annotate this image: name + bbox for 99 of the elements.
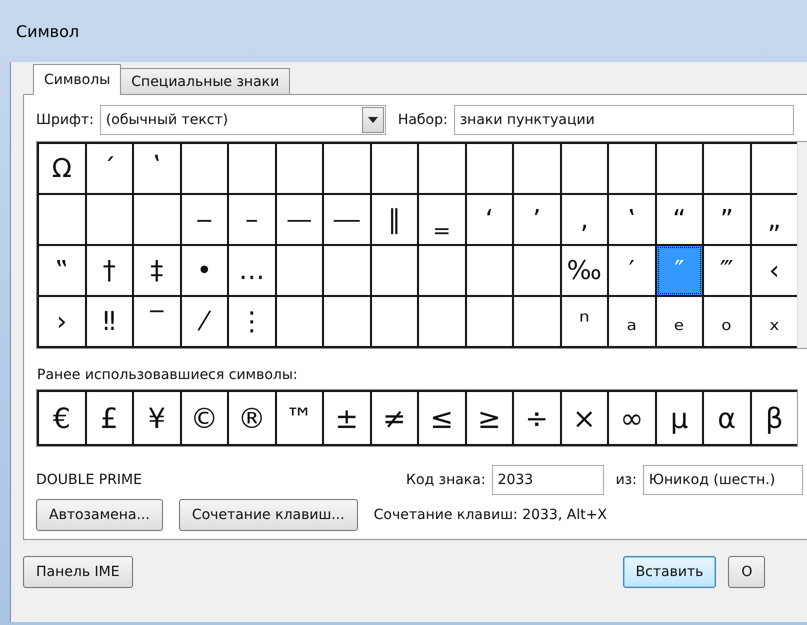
recent-label: Ранее использовавшиеся символы: <box>37 367 299 383</box>
symbol-cell[interactable] <box>86 195 132 244</box>
recent-symbol[interactable]: © <box>182 392 227 444</box>
symbol-cell[interactable] <box>752 144 797 193</box>
recent-symbol[interactable]: ÷ <box>514 392 560 444</box>
autocorrect-button[interactable]: Автозамена... <box>36 499 163 531</box>
from-label: из: <box>616 472 637 488</box>
symbol-cell[interactable]: – <box>229 195 274 244</box>
recent-symbol[interactable]: ≥ <box>466 392 512 444</box>
symbol-cell[interactable] <box>276 297 322 346</box>
shortcut-text: Сочетание клавиш: 2033, Alt+X <box>374 507 608 523</box>
symbol-cell[interactable] <box>466 246 512 295</box>
symbol-cell[interactable]: ′ <box>609 246 654 295</box>
symbol-cell[interactable] <box>419 246 464 295</box>
code-field[interactable]: 2033 <box>492 465 604 495</box>
scrollbar[interactable] <box>797 142 807 348</box>
code-label: Код знака: <box>406 472 486 488</box>
ime-pad-button[interactable]: Панель IME <box>23 556 133 588</box>
symbol-cell[interactable] <box>419 297 464 346</box>
symbol-cell[interactable]: › <box>39 297 84 346</box>
recent-symbol[interactable]: ® <box>229 392 274 444</box>
symbol-cell[interactable]: ‟ <box>39 246 84 295</box>
subset-label: Набор: <box>398 112 448 128</box>
symbol-cell[interactable]: ― <box>324 195 370 244</box>
symbol-cell[interactable]: — <box>276 195 322 244</box>
recent-symbol[interactable]: ™ <box>276 392 322 444</box>
recent-symbol[interactable]: ≠ <box>372 392 417 444</box>
recent-symbol[interactable]: £ <box>86 392 132 444</box>
symbol-cell[interactable] <box>324 246 370 295</box>
insert-button[interactable]: Вставить <box>622 556 716 588</box>
font-dropdown[interactable]: (обычный текст) <box>100 105 386 135</box>
symbol-cell[interactable]: ‒ <box>182 195 227 244</box>
symbol-cell[interactable]: ʽ <box>134 144 180 193</box>
symbol-cell[interactable]: ₓ <box>752 297 797 346</box>
symbol-cell[interactable]: … <box>229 246 274 295</box>
symbol-cell[interactable] <box>372 246 417 295</box>
symbol-cell[interactable] <box>134 195 180 244</box>
recent-symbol[interactable]: ± <box>324 392 370 444</box>
subset-dropdown[interactable]: знаки пунктуации <box>454 105 794 135</box>
symbol-cell[interactable] <box>324 144 370 193</box>
recent-symbol[interactable]: β <box>752 392 797 444</box>
recent-symbol[interactable]: € <box>39 392 84 444</box>
shortcut-key-button[interactable]: Сочетание клавиш... <box>178 499 358 531</box>
symbol-cell[interactable] <box>372 297 417 346</box>
symbol-cell[interactable]: ₒ <box>704 297 750 346</box>
symbol-cell[interactable]: • <box>182 246 227 295</box>
symbol-cell[interactable]: ‡ <box>134 246 180 295</box>
symbol-cell[interactable]: ‹ <box>752 246 797 295</box>
symbol-cell[interactable] <box>656 144 702 193</box>
symbol-cell[interactable] <box>419 144 464 193</box>
symbol-cell[interactable]: ” <box>704 195 750 244</box>
symbol-cell[interactable] <box>514 297 560 346</box>
window-title: Символ <box>15 20 80 42</box>
symbol-cell[interactable]: ‼ <box>86 297 132 346</box>
symbol-cell[interactable]: ₐ <box>609 297 654 346</box>
symbol-cell[interactable]: ⁿ <box>562 297 607 346</box>
tab[interactable]: Специальные знаки <box>120 68 290 94</box>
symbol-cell[interactable]: Ω <box>39 144 84 193</box>
cancel-button[interactable]: О <box>728 556 766 588</box>
symbol-cell[interactable] <box>562 144 607 193</box>
symbol-cell[interactable]: ‖ <box>372 195 417 244</box>
symbol-cell[interactable] <box>466 144 512 193</box>
encoding-dropdown[interactable]: Юникод (шестн.) <box>642 465 803 495</box>
symbol-cell[interactable]: ‛ <box>609 195 654 244</box>
symbol-cell[interactable] <box>372 144 417 193</box>
symbol-cell[interactable]: ⋮ <box>229 297 274 346</box>
symbol-cell[interactable]: † <box>86 246 132 295</box>
symbol-cell[interactable]: ⁄ <box>182 297 227 346</box>
symbol-cell[interactable] <box>609 144 654 193</box>
symbol-cell[interactable]: ´ <box>86 144 132 193</box>
symbol-cell[interactable]: „ <box>752 195 797 244</box>
symbol-cell[interactable] <box>324 297 370 346</box>
symbol-cell[interactable] <box>514 246 560 295</box>
symbol-cell[interactable]: ‚ <box>562 195 607 244</box>
recent-symbol[interactable]: μ <box>656 392 702 444</box>
symbol-cell[interactable]: ‾ <box>134 297 180 346</box>
symbol-cell[interactable]: ‴ <box>704 246 750 295</box>
symbol-cell[interactable]: ₑ <box>656 297 702 346</box>
recent-symbol[interactable]: ¥ <box>134 392 180 444</box>
symbol-cell[interactable] <box>182 144 227 193</box>
symbol-cell[interactable] <box>229 144 274 193</box>
symbol-cell[interactable]: ‘ <box>466 195 512 244</box>
symbol-cell[interactable]: ‰ <box>562 246 607 295</box>
recent-symbol[interactable]: α <box>704 392 750 444</box>
recent-symbol[interactable]: ≤ <box>419 392 464 444</box>
recent-symbol[interactable]: × <box>562 392 607 444</box>
symbol-cell[interactable]: ’ <box>514 195 560 244</box>
symbol-cell[interactable] <box>276 246 322 295</box>
symbol-cell[interactable] <box>466 297 512 346</box>
symbol-cell[interactable] <box>514 144 560 193</box>
font-label: Шрифт: <box>36 112 94 128</box>
symbol-cell[interactable]: “ <box>656 195 702 244</box>
symbol-cell[interactable]: ‗ <box>419 195 464 244</box>
symbol-cell[interactable] <box>39 195 84 244</box>
character-name: DOUBLE PRIME <box>36 472 143 488</box>
recent-symbol[interactable]: ∞ <box>609 392 654 444</box>
tab[interactable]: Символы <box>33 64 122 95</box>
symbol-cell[interactable] <box>276 144 322 193</box>
symbol-cell[interactable] <box>704 144 750 193</box>
